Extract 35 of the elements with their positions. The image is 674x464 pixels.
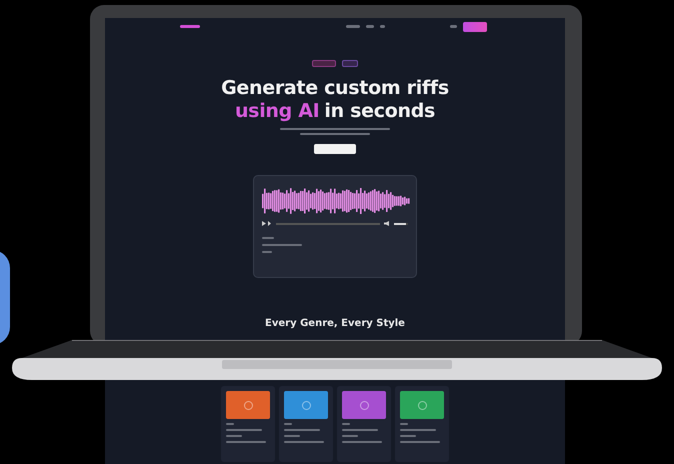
genre-card[interactable] [337,386,391,462]
text-line-placeholder [284,429,320,431]
text-line-placeholder [284,441,324,443]
text-line-placeholder [262,237,274,239]
text-line-placeholder [400,423,408,425]
text-line-placeholder [400,441,440,443]
hero-title: Generate custom riffs [221,77,449,100]
text-line-placeholder [226,423,234,425]
genre-card[interactable] [395,386,449,462]
nav-link-placeholder[interactable] [450,25,457,28]
nav-link-placeholder[interactable] [380,25,384,28]
text-line-placeholder [342,441,382,443]
text-line-placeholder [400,435,416,437]
text-line-placeholder [262,251,272,253]
text-line-placeholder [400,429,436,431]
badge [342,60,358,67]
hero-title-highlight: using AI [234,100,320,123]
text-line-placeholder [262,244,302,246]
genre-card[interactable] [221,386,275,462]
genre-card[interactable] [279,386,333,462]
text-line-placeholder [226,429,262,431]
volume-icon[interactable] [384,221,390,226]
text-line-placeholder [284,435,300,437]
text-line-placeholder [342,435,358,437]
signup-button[interactable] [463,22,487,32]
text-line-placeholder [342,429,378,431]
text-line-placeholder [342,423,350,425]
badge [312,60,336,67]
text-line-placeholder [226,435,242,437]
text-line-placeholder [226,441,266,443]
text-line-placeholder [300,133,370,135]
hero-title: in seconds [324,100,436,123]
text-line-placeholder [284,423,292,425]
section-heading: Every Genre, Every Style [265,318,405,330]
nav-link-placeholder[interactable] [346,25,360,28]
